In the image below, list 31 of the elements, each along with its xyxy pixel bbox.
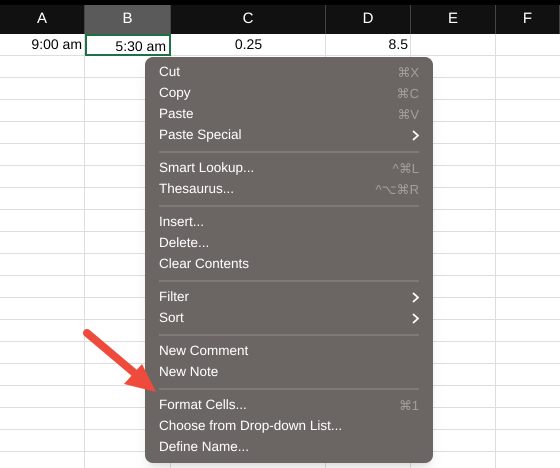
menu-item[interactable]: New Note	[145, 362, 433, 383]
shortcut-label: ⌘X	[397, 64, 419, 82]
shortcut-label: ^⌘L	[392, 160, 419, 178]
column-header[interactable]: B	[85, 5, 171, 34]
shortcut-label: ^⌥⌘R	[376, 180, 419, 199]
menu-item[interactable]: Smart Lookup... ^⌘L	[145, 158, 433, 179]
menu-item[interactable]: Define Name...	[145, 437, 433, 458]
menu-item[interactable]: Choose from Drop-down List...	[145, 416, 433, 437]
menu-item[interactable]: Paste ⌘V	[145, 104, 433, 125]
menu-item[interactable]: Filter	[145, 287, 433, 308]
table-cell[interactable]: 8.5	[326, 34, 411, 56]
column-header[interactable]: F	[496, 5, 560, 34]
menu-item[interactable]: New Comment	[145, 341, 433, 362]
menu-item[interactable]: Cut ⌘X	[145, 62, 433, 83]
table-cell[interactable]: 5:30 am	[85, 34, 171, 56]
menu-item[interactable]: Format Cells... ⌘1	[145, 395, 433, 416]
shortcut-label: ⌘C	[396, 84, 419, 103]
column-header[interactable]: C	[171, 5, 326, 34]
menu-item[interactable]: Clear Contents	[145, 254, 433, 275]
table-cell[interactable]: 9:00 am	[0, 34, 85, 56]
shortcut-label: ⌘V	[397, 106, 419, 124]
menu-item[interactable]: Insert...	[145, 212, 433, 233]
menu-item[interactable]: Copy ⌘C	[145, 83, 433, 104]
shortcut-label: ⌘1	[398, 396, 419, 415]
column-header[interactable]: D	[326, 5, 411, 34]
menu-item[interactable]: Delete...	[145, 233, 433, 254]
menu-item[interactable]: Thesaurus... ^⌥⌘R	[145, 179, 433, 200]
menu-item[interactable]: Sort	[145, 308, 433, 329]
menu-item[interactable]: Paste Special	[145, 125, 433, 146]
table-cell[interactable]: 0.25	[171, 34, 326, 56]
column-header[interactable]: E	[411, 5, 496, 34]
